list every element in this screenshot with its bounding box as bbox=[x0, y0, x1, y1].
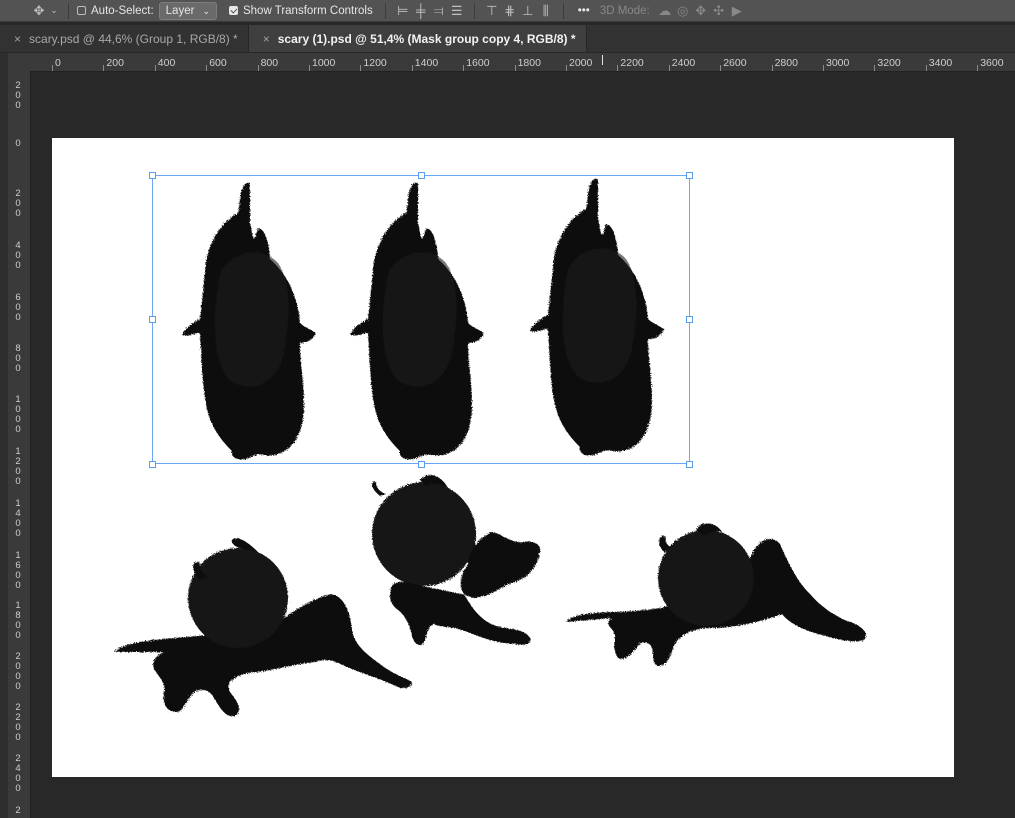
transform-bounding-box[interactable] bbox=[152, 175, 690, 464]
creature-crouching-3 bbox=[566, 523, 867, 666]
transform-handle-top-left[interactable] bbox=[149, 172, 156, 179]
transform-handle-bottom-right[interactable] bbox=[686, 461, 693, 468]
creature-crouching-2 bbox=[371, 474, 541, 645]
transform-handle-middle-right[interactable] bbox=[686, 316, 693, 323]
transform-handle-middle-left[interactable] bbox=[149, 316, 156, 323]
transform-handle-top-right[interactable] bbox=[686, 172, 693, 179]
creature-crouching-1 bbox=[114, 538, 412, 717]
transform-handle-bottom-center[interactable] bbox=[418, 461, 425, 468]
transform-handle-bottom-left[interactable] bbox=[149, 461, 156, 468]
crouching-creatures bbox=[114, 474, 867, 717]
transform-handle-top-center[interactable] bbox=[418, 172, 425, 179]
